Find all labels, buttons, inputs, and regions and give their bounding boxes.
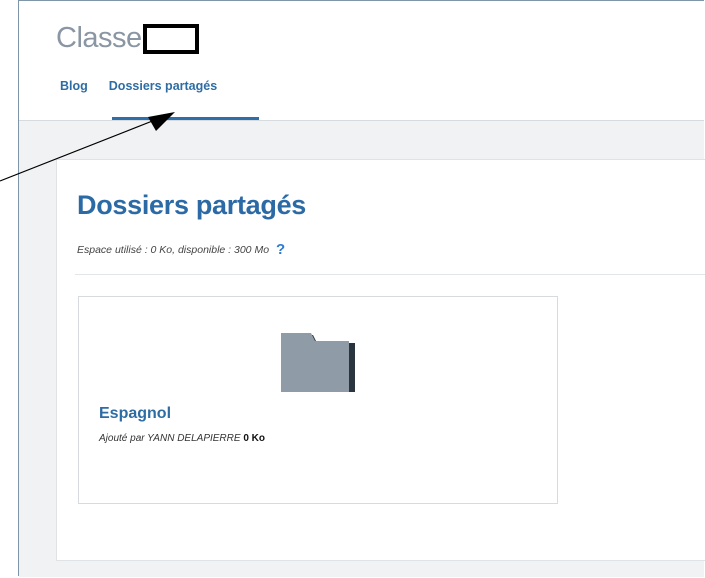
annotation-arrow-icon bbox=[0, 112, 175, 182]
